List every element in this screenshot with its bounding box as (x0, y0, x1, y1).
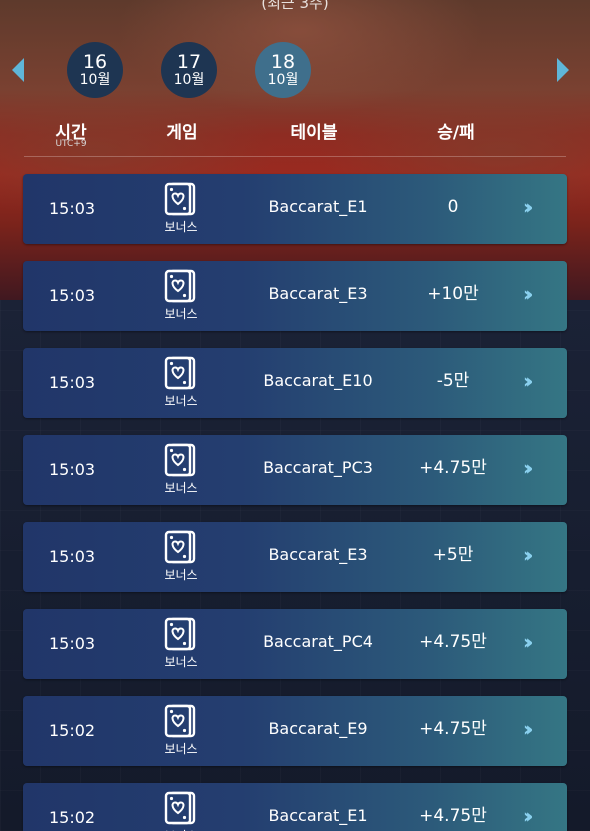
row-result: +4.75만 (419, 719, 487, 739)
row-game-label: 보너스 (164, 394, 198, 408)
row-time: 15:03 (49, 199, 96, 218)
heart-card-icon (164, 356, 196, 390)
date-month: 10월 (267, 71, 299, 88)
heart-card-icon (164, 443, 196, 477)
row-result: +10만 (427, 284, 479, 304)
row-time: 15:03 (49, 460, 96, 479)
heart-card-icon (164, 617, 196, 651)
date-option-16[interactable]: 16 10월 (67, 42, 123, 98)
history-row[interactable]: 15:03 보너스 Baccarat_PC4 +4.75만 ›› (23, 609, 567, 679)
row-result: +4.75만 (419, 632, 487, 652)
column-header-result: 승/패 (437, 123, 475, 143)
row-game-label: 보너스 (164, 655, 198, 669)
double-chevron-right-icon[interactable]: ›› (523, 261, 534, 327)
header-divider (24, 156, 566, 157)
row-table: Baccarat_E1 (268, 806, 368, 825)
row-time: 15:03 (49, 547, 96, 566)
row-result: 0 (447, 197, 459, 217)
history-row[interactable]: 15:03 보너스 Baccarat_E10 -5만 ›› (23, 348, 567, 418)
column-header-table: 테이블 (290, 123, 338, 143)
row-table: Baccarat_E3 (268, 545, 368, 564)
date-month: 10월 (173, 71, 205, 88)
history-row[interactable]: 15:03 보너스 Baccarat_E3 +5만 ›› (23, 522, 567, 592)
date-day: 16 (82, 50, 108, 73)
column-header-game: 게임 (166, 123, 198, 143)
row-time: 15:02 (49, 808, 96, 827)
history-row[interactable]: 15:03 보너스 Baccarat_E3 +10만 ›› (23, 261, 567, 331)
date-day: 18 (270, 50, 296, 73)
row-table: Baccarat_E3 (268, 284, 368, 303)
row-table: Baccarat_PC3 (263, 458, 373, 477)
history-row[interactable]: 15:02 보너스 Baccarat_E9 +4.75만 ›› (23, 696, 567, 766)
row-game: 보너스 (158, 791, 204, 831)
row-game: 보너스 (158, 182, 204, 235)
row-time: 15:03 (49, 286, 96, 305)
row-game: 보너스 (158, 356, 204, 409)
range-caption: (최근 3주) (261, 0, 329, 12)
date-day: 17 (176, 50, 202, 73)
row-game: 보너스 (158, 443, 204, 496)
history-row[interactable]: 15:02 보너스 Baccarat_E1 +4.75만 ›› (23, 783, 567, 831)
row-game: 보너스 (158, 269, 204, 322)
date-option-18-selected[interactable]: 18 10월 (255, 42, 311, 98)
row-time: 15:02 (49, 721, 96, 740)
triangle-left-icon[interactable] (12, 58, 24, 82)
triangle-right-icon[interactable] (557, 58, 569, 82)
heart-card-icon (164, 791, 196, 825)
double-chevron-right-icon[interactable]: ›› (523, 783, 534, 831)
row-game-label: 보너스 (164, 307, 198, 321)
double-chevron-right-icon[interactable]: ›› (523, 522, 534, 588)
row-result: +5만 (432, 545, 474, 565)
row-table: Baccarat_E10 (263, 371, 373, 390)
row-time: 15:03 (49, 634, 96, 653)
heart-card-icon (164, 269, 196, 303)
row-table: Baccarat_E9 (268, 719, 368, 738)
row-game-label: 보너스 (164, 568, 198, 582)
date-month: 10월 (79, 71, 111, 88)
row-game: 보너스 (158, 704, 204, 757)
row-game: 보너스 (158, 617, 204, 670)
double-chevron-right-icon[interactable]: ›› (523, 696, 534, 762)
row-table: Baccarat_PC4 (263, 632, 373, 651)
double-chevron-right-icon[interactable]: ›› (523, 609, 534, 675)
row-game-label: 보너스 (164, 742, 198, 756)
heart-card-icon (164, 530, 196, 564)
row-time: 15:03 (49, 373, 96, 392)
double-chevron-right-icon[interactable]: ›› (523, 435, 534, 501)
history-row[interactable]: 15:03 보너스 Baccarat_PC3 +4.75만 ›› (23, 435, 567, 505)
row-game-label: 보너스 (164, 481, 198, 495)
row-table: Baccarat_E1 (268, 197, 368, 216)
date-option-17[interactable]: 17 10월 (161, 42, 217, 98)
double-chevron-right-icon[interactable]: ›› (523, 174, 534, 240)
row-result: +4.75만 (419, 458, 487, 478)
row-result: +4.75만 (419, 806, 487, 826)
row-result: -5만 (436, 371, 470, 391)
timezone-label: UTC+9 (55, 139, 87, 149)
history-row[interactable]: 15:03 보너스 Baccarat_E1 0 ›› (23, 174, 567, 244)
heart-card-icon (164, 182, 196, 216)
row-game-label: 보너스 (164, 220, 198, 234)
double-chevron-right-icon[interactable]: ›› (523, 348, 534, 414)
row-game-label: 보너스 (158, 827, 204, 831)
heart-card-icon (164, 704, 196, 738)
row-game: 보너스 (158, 530, 204, 583)
